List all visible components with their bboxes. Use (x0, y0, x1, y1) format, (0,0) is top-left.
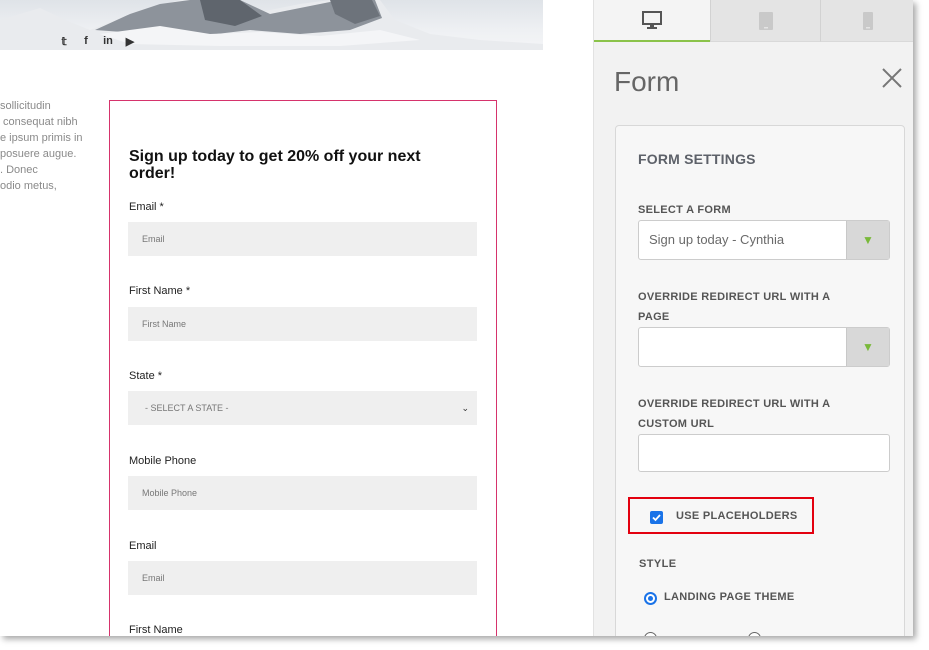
field-label: Mobile Phone (129, 455, 197, 467)
custom-url-input[interactable] (638, 434, 890, 472)
form-title: Sign up today to get 20% off your next o… (129, 148, 421, 182)
dropdown-arrow-icon[interactable]: ▼ (846, 221, 889, 259)
tab-tablet[interactable] (710, 0, 820, 42)
body-paragraph: sollicitudin consequat nibh e ipsum prim… (0, 100, 83, 192)
state-select[interactable]: - SELECT A STATE - ⌄ (128, 391, 477, 425)
first-name-field[interactable]: First Name (128, 307, 477, 341)
radio-landing-page-theme[interactable] (644, 592, 657, 605)
chevron-down-icon: ⌄ (461, 402, 469, 413)
override-page-label: OVERRIDE REDIRECT URL WITH A PAGE (638, 291, 830, 323)
select-form-value: Sign up today - Cynthia (649, 232, 785, 247)
style-label: STYLE (639, 558, 677, 570)
linkedin-icon[interactable]: in (102, 35, 114, 48)
select-form-label: SELECT A FORM (638, 204, 731, 216)
editor-window: 𝕥 f in ▶ sollicitudin consequat nibh e i… (0, 0, 913, 636)
radio-landing-page-theme-label: LANDING PAGE THEME (664, 591, 795, 603)
form-settings-panel: Form FORM SETTINGS SELECT A FORM Sign up… (593, 0, 913, 636)
use-placeholders-checkbox[interactable] (650, 511, 663, 524)
close-icon[interactable] (880, 66, 904, 90)
field-label: Email (129, 540, 157, 552)
checkmark-icon (652, 514, 661, 522)
social-links: 𝕥 f in ▶ (58, 35, 136, 48)
hero-image: 𝕥 f in ▶ (0, 0, 543, 50)
use-placeholders-label: USE PLACEHOLDERS (676, 510, 798, 522)
mobile-icon (862, 11, 873, 30)
email-field-2[interactable]: Email (128, 561, 477, 595)
dropdown-arrow-icon[interactable]: ▼ (846, 328, 889, 366)
override-page-dropdown[interactable]: ▼ (638, 327, 890, 367)
section-heading: FORM SETTINGS (638, 151, 756, 167)
panel-title: Form (614, 66, 680, 97)
signup-form-preview[interactable]: Sign up today to get 20% off your next o… (109, 100, 497, 636)
field-label: First Name * (129, 285, 191, 297)
field-label: Email * (129, 201, 164, 213)
desktop-icon (642, 11, 662, 29)
email-field[interactable]: Email (128, 222, 477, 256)
tab-mobile[interactable] (820, 0, 913, 42)
select-form-dropdown[interactable]: Sign up today - Cynthia ▼ (638, 220, 890, 260)
facebook-icon[interactable]: f (80, 35, 92, 48)
twitter-icon[interactable]: 𝕥 (58, 35, 70, 48)
state-select-value: - SELECT A STATE - (145, 403, 229, 413)
tablet-icon (758, 11, 773, 30)
youtube-icon[interactable]: ▶ (124, 35, 136, 48)
device-tabs (594, 0, 913, 42)
field-label: First Name (129, 624, 183, 636)
override-url-label: OVERRIDE REDIRECT URL WITH A CUSTOM URL (638, 398, 830, 430)
mobile-phone-field[interactable]: Mobile Phone (128, 476, 477, 510)
field-label: State * (129, 370, 163, 382)
tab-desktop[interactable] (594, 0, 710, 42)
